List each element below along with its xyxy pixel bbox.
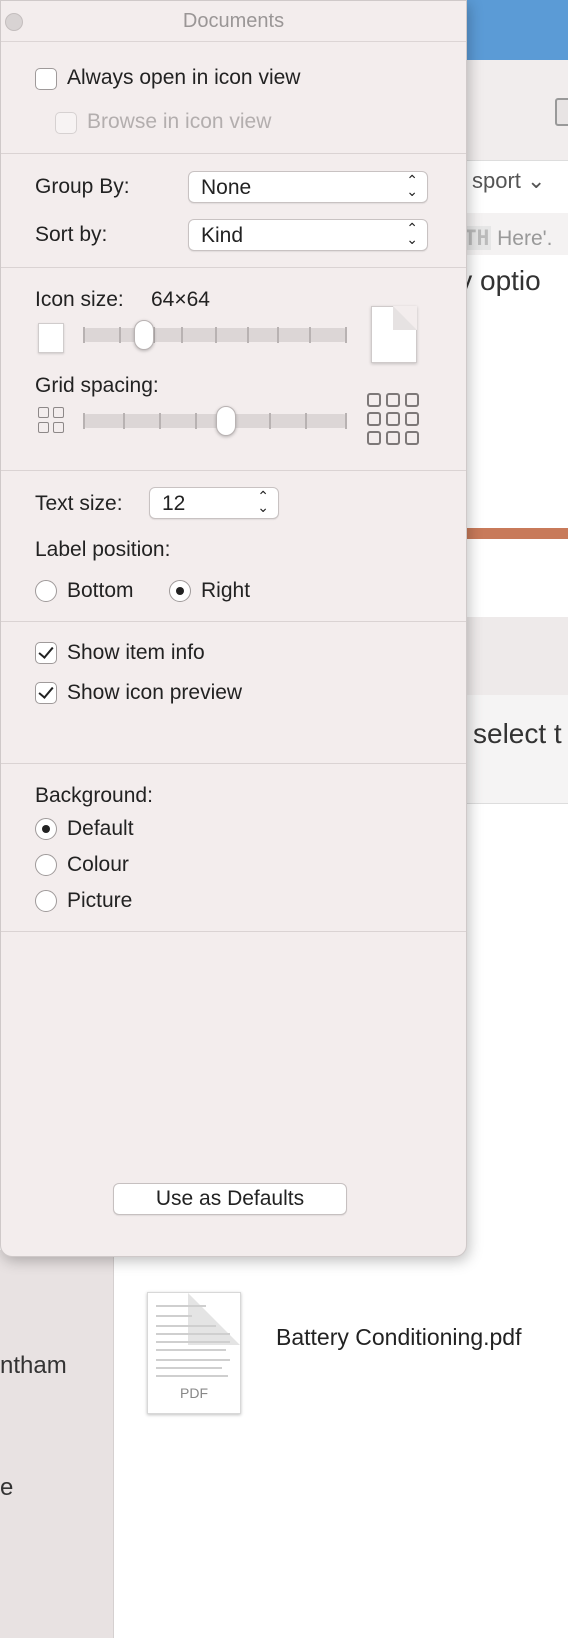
- background-default-label: Default: [67, 817, 134, 840]
- sort-by-value: Kind: [201, 224, 244, 247]
- group-by-label: Group By:: [35, 175, 130, 198]
- divider: [1, 153, 466, 154]
- icon-size-slider-thumb[interactable]: [133, 320, 154, 350]
- group-by-value: None: [201, 176, 252, 199]
- group-by-popup[interactable]: None ⌃ ⌄: [188, 171, 428, 203]
- small-grid-icon: [38, 407, 64, 433]
- grid-spacing-slider-thumb[interactable]: [215, 406, 236, 436]
- sidebar-item-1[interactable]: ntham: [0, 1352, 67, 1380]
- updown-chevron-icon: ⌃ ⌄: [406, 172, 418, 199]
- large-grid-icon: [367, 393, 419, 445]
- view-options-panel: Documents Always open in icon view Brows…: [0, 0, 467, 1257]
- always-open-icon-view-label: Always open in icon view: [67, 66, 301, 89]
- icon-size-label: Icon size:: [35, 288, 124, 311]
- close-button[interactable]: [5, 13, 23, 31]
- background-colour-label: Colour: [67, 853, 129, 876]
- chevron-down-icon: ⌄: [527, 168, 546, 193]
- divider: [1, 763, 466, 764]
- grid-spacing-label: Grid spacing:: [35, 374, 159, 397]
- large-document-icon: [371, 306, 417, 363]
- lock-icon[interactable]: [555, 98, 568, 126]
- pdf-file-icon[interactable]: PDF: [147, 1292, 241, 1414]
- toolbar-dropdown-label: sport: [472, 168, 521, 193]
- label-position-label: Label position:: [35, 538, 171, 561]
- updown-chevron-icon: ⌃ ⌄: [257, 488, 269, 515]
- browse-icon-view-label: Browse in icon view: [87, 110, 272, 133]
- label-position-bottom-label: Bottom: [67, 579, 134, 602]
- finder-sidebar: [0, 1250, 114, 1638]
- background-colour-radio[interactable]: [35, 854, 57, 876]
- page-fold-icon: [188, 1293, 240, 1345]
- divider: [1, 621, 466, 622]
- always-open-icon-view-checkbox[interactable]: [35, 68, 57, 90]
- use-as-defaults-button[interactable]: Use as Defaults: [113, 1183, 347, 1215]
- panel-title: Documents: [1, 1, 466, 42]
- updown-chevron-icon: ⌃ ⌄: [406, 220, 418, 247]
- file-name[interactable]: Battery Conditioning.pdf: [276, 1322, 536, 1353]
- background-picture-radio[interactable]: [35, 890, 57, 912]
- icon-size-value: 64×64: [151, 288, 210, 311]
- divider: [1, 931, 466, 932]
- label-position-right-radio[interactable]: [169, 580, 191, 602]
- icon-size-slider-track[interactable]: [83, 327, 347, 343]
- background-partial-text-2: select t: [473, 718, 562, 749]
- toolbar-dropdown-sport[interactable]: sport ⌄: [472, 168, 545, 194]
- search-text: Here'.: [497, 227, 553, 250]
- show-icon-preview-checkbox[interactable]: [35, 682, 57, 704]
- background-label: Background:: [35, 784, 153, 807]
- sort-by-label: Sort by:: [35, 223, 108, 246]
- label-position-bottom-radio[interactable]: [35, 580, 57, 602]
- show-item-info-checkbox[interactable]: [35, 642, 57, 664]
- sidebar-item-2[interactable]: e: [0, 1474, 13, 1502]
- pdf-thumb-label: PDF: [180, 1385, 208, 1401]
- show-icon-preview-label: Show icon preview: [67, 681, 243, 704]
- background-default-radio[interactable]: [35, 818, 57, 840]
- text-size-label: Text size:: [35, 492, 123, 515]
- sort-by-popup[interactable]: Kind ⌃ ⌄: [188, 219, 428, 251]
- background-search-text[interactable]: TH Here'.: [462, 226, 553, 251]
- background-picture-label: Picture: [67, 889, 133, 912]
- small-document-icon: [38, 323, 64, 353]
- label-position-right-label: Right: [201, 579, 251, 602]
- divider: [1, 470, 466, 471]
- text-size-value: 12: [162, 492, 186, 515]
- text-size-popup[interactable]: 12 ⌃ ⌄: [149, 487, 279, 519]
- divider: [1, 267, 466, 268]
- show-item-info-label: Show item info: [67, 641, 205, 664]
- browse-icon-view-checkbox[interactable]: [55, 112, 77, 134]
